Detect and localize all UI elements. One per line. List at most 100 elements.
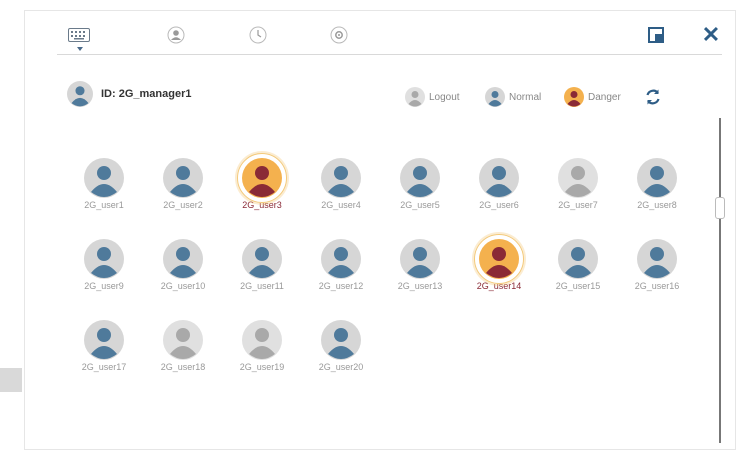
user-avatar [163, 158, 203, 198]
user-avatar-icon [400, 239, 440, 279]
user-card[interactable]: 2G_user9 [74, 239, 134, 291]
legend-logout-label: Logout [429, 91, 460, 103]
window-icon [648, 27, 664, 43]
gear-icon [330, 26, 348, 44]
user-name: 2G_user2 [163, 200, 203, 210]
user-name: 2G_user18 [160, 362, 206, 372]
logout-status-icon [405, 87, 425, 107]
user-name: 2G_user1 [84, 200, 124, 210]
user-card[interactable]: 2G_user18 [153, 320, 213, 372]
user-avatar-icon [558, 239, 598, 279]
tab-keyboard[interactable] [67, 23, 91, 47]
user-card[interactable]: 2G_user2 [153, 158, 213, 210]
user-avatar [474, 234, 524, 284]
user-name: 2G_user9 [84, 281, 124, 291]
refresh-button[interactable] [643, 87, 663, 107]
legend-danger-label: Danger [588, 91, 621, 103]
user-avatar-icon [558, 158, 598, 198]
user-card[interactable]: 2G_user5 [390, 158, 450, 210]
side-panel-tab[interactable] [0, 368, 22, 392]
user-card[interactable]: 2G_user10 [153, 239, 213, 291]
toolbar-divider [57, 54, 722, 55]
user-avatar [242, 239, 282, 279]
user-name: 2G_user5 [400, 200, 440, 210]
user-avatar-icon [479, 239, 519, 279]
scrollbar-thumb[interactable] [715, 197, 725, 219]
user-avatar-icon [321, 320, 361, 360]
user-name: 2G_user16 [634, 281, 680, 291]
tab-user[interactable] [164, 23, 188, 47]
user-card[interactable]: 2G_user20 [311, 320, 371, 372]
user-name: 2G_user11 [240, 281, 284, 291]
user-avatar [84, 239, 124, 279]
tab-clock[interactable] [246, 23, 270, 47]
legend-normal-label: Normal [509, 91, 542, 103]
legend-normal: Normal [485, 87, 541, 107]
user-avatar [163, 239, 203, 279]
user-avatar-icon [637, 158, 677, 198]
user-card[interactable]: 2G_user11 [232, 239, 292, 291]
user-avatar-icon [242, 239, 282, 279]
user-card[interactable]: 2G_user3 [232, 153, 292, 210]
legend-danger: Danger [564, 87, 621, 107]
user-name: 2G_user6 [479, 200, 519, 210]
tab-settings[interactable] [327, 23, 351, 47]
user-avatar [237, 153, 287, 203]
user-avatar [479, 158, 519, 198]
window-toggle-button[interactable] [647, 26, 665, 44]
user-name: 2G_user13 [397, 281, 443, 291]
user-avatar-icon [163, 239, 203, 279]
user-avatar [637, 158, 677, 198]
toolbar: ✕ [25, 11, 735, 55]
user-card[interactable]: 2G_user13 [390, 239, 450, 291]
user-avatar-icon [637, 239, 677, 279]
user-card[interactable]: 2G_user15 [548, 239, 608, 291]
user-icon [167, 26, 185, 44]
user-avatar [321, 158, 361, 198]
user-name: 2G_user19 [239, 362, 285, 372]
user-avatar [242, 320, 282, 360]
danger-status-icon [564, 87, 584, 107]
user-card[interactable]: 2G_user1 [74, 158, 134, 210]
active-tab-indicator [77, 47, 83, 51]
user-avatar [163, 320, 203, 360]
manager-avatar [67, 81, 93, 107]
user-name: 2G_user10 [160, 281, 206, 291]
user-avatar-icon [84, 158, 124, 198]
legend-logout: Logout [405, 87, 460, 107]
user-name: 2G_user8 [637, 200, 677, 210]
user-name: 2G_user20 [318, 362, 364, 372]
user-avatar [400, 158, 440, 198]
refresh-icon [646, 89, 660, 105]
user-name: 2G_user17 [81, 362, 127, 372]
user-avatar-icon [84, 239, 124, 279]
user-card[interactable]: 2G_user14 [469, 234, 529, 291]
user-avatar-icon [242, 320, 282, 360]
user-card[interactable]: 2G_user12 [311, 239, 371, 291]
clock-icon [249, 26, 267, 44]
user-avatar-icon [479, 158, 519, 198]
user-avatar [558, 239, 598, 279]
user-avatar [321, 320, 361, 360]
scrollbar-track[interactable] [719, 118, 721, 443]
user-card[interactable]: 2G_user16 [627, 239, 687, 291]
user-card[interactable]: 2G_user7 [548, 158, 608, 210]
user-card[interactable]: 2G_user4 [311, 158, 371, 210]
user-avatar [637, 239, 677, 279]
user-avatar-icon [163, 320, 203, 360]
user-avatar [321, 239, 361, 279]
user-name: 2G_user12 [318, 281, 364, 291]
user-card[interactable]: 2G_user17 [74, 320, 134, 372]
normal-status-icon [485, 87, 505, 107]
user-avatar [84, 320, 124, 360]
user-name: 2G_user15 [555, 281, 601, 291]
user-card[interactable]: 2G_user6 [469, 158, 529, 210]
user-card[interactable]: 2G_user19 [232, 320, 292, 372]
user-name: 2G_user7 [558, 200, 598, 210]
user-card[interactable]: 2G_user8 [627, 158, 687, 210]
user-avatar-icon [242, 158, 282, 198]
user-avatar-icon [321, 239, 361, 279]
close-button[interactable]: ✕ [701, 24, 721, 46]
user-avatar-icon [321, 158, 361, 198]
user-avatar [558, 158, 598, 198]
